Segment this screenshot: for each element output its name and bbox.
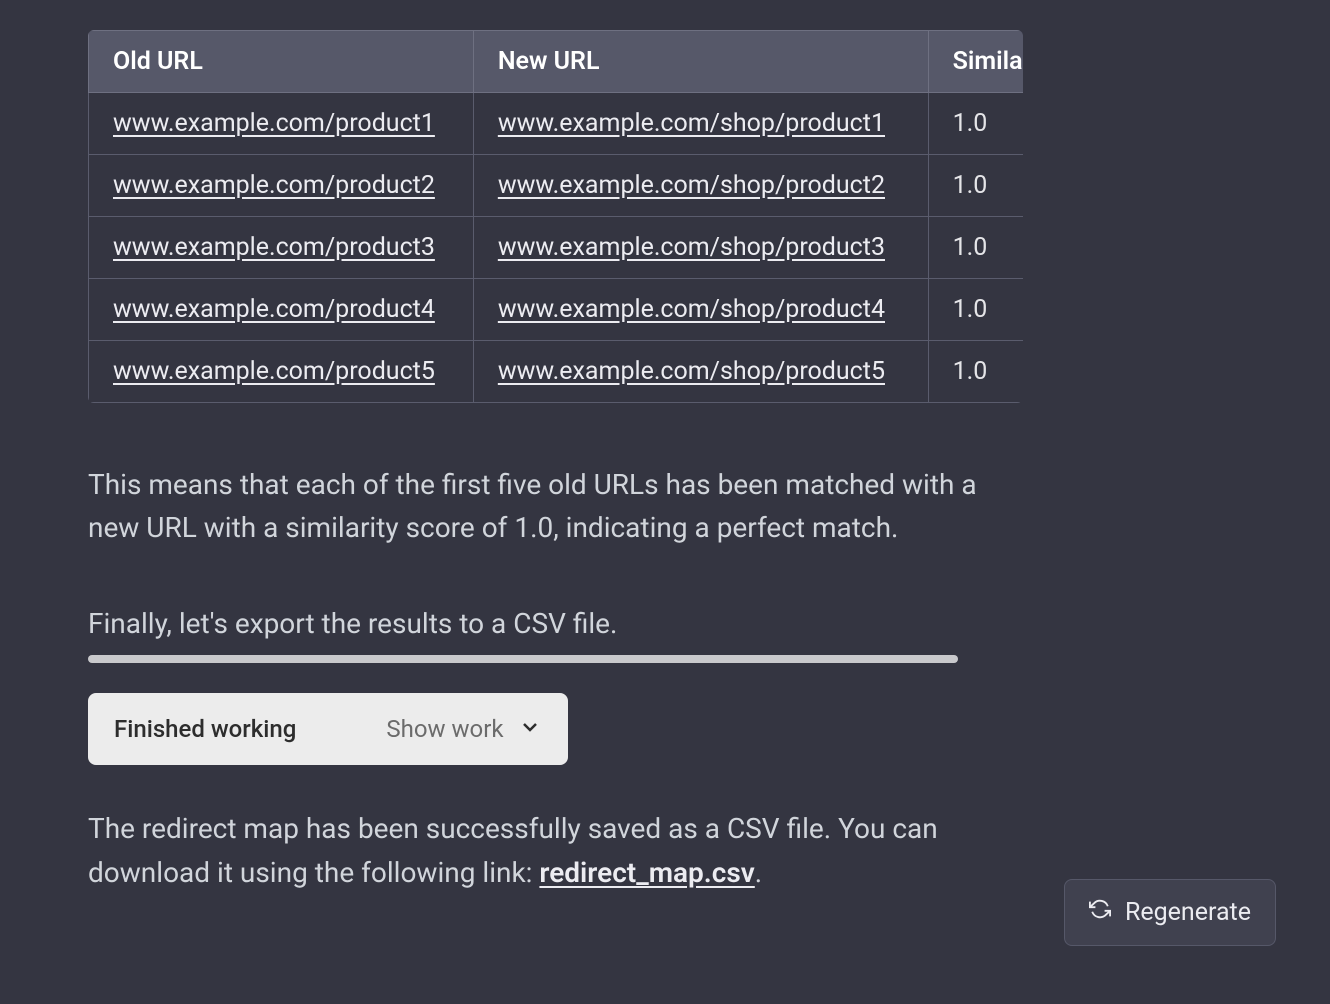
saved-prefix: The redirect map has been successfully s… <box>88 812 938 888</box>
show-work-label: Show work <box>386 715 503 743</box>
table-row: www.example.com/product5 www.example.com… <box>89 341 1024 403</box>
redirect-table: Old URL New URL Similarity www.example.c… <box>88 30 1023 403</box>
similarity-value: 1.0 <box>928 155 1023 217</box>
old-url-link[interactable]: www.example.com/product5 <box>113 357 435 386</box>
regenerate-label: Regenerate <box>1125 898 1251 927</box>
similarity-value: 1.0 <box>928 93 1023 155</box>
saved-suffix: . <box>755 856 762 889</box>
refresh-icon <box>1089 898 1111 927</box>
new-url-link[interactable]: www.example.com/shop/product4 <box>498 295 885 324</box>
similarity-value: 1.0 <box>928 217 1023 279</box>
explanation-text: This means that each of the first five o… <box>88 463 1023 550</box>
saved-message: The redirect map has been successfully s… <box>88 807 1023 894</box>
similarity-value: 1.0 <box>928 341 1023 403</box>
chevron-down-icon <box>518 715 542 743</box>
new-url-link[interactable]: www.example.com/shop/product5 <box>498 357 885 386</box>
table-row: www.example.com/product4 www.example.com… <box>89 279 1024 341</box>
work-status-label: Finished working <box>114 715 296 743</box>
download-file-link[interactable]: redirect_map.csv <box>539 856 754 889</box>
new-url-link[interactable]: www.example.com/shop/product2 <box>498 171 885 200</box>
new-url-link[interactable]: www.example.com/shop/product3 <box>498 233 885 262</box>
old-url-link[interactable]: www.example.com/product2 <box>113 171 435 200</box>
old-url-link[interactable]: www.example.com/product1 <box>113 109 435 138</box>
new-url-link[interactable]: www.example.com/shop/product1 <box>498 109 885 138</box>
table-header-old-url: Old URL <box>89 31 474 93</box>
table-row: www.example.com/product3 www.example.com… <box>89 217 1024 279</box>
redirect-table-wrapper: Old URL New URL Similarity www.example.c… <box>88 30 1023 403</box>
old-url-link[interactable]: www.example.com/product4 <box>113 295 435 324</box>
work-panel[interactable]: Finished working Show work <box>88 693 568 765</box>
export-intro-text: Finally, let's export the results to a C… <box>88 602 1023 645</box>
table-header-similarity: Similarity <box>928 31 1023 93</box>
regenerate-button[interactable]: Regenerate <box>1064 879 1276 946</box>
table-header-new-url: New URL <box>473 31 928 93</box>
table-row: www.example.com/product2 www.example.com… <box>89 155 1024 217</box>
similarity-value: 1.0 <box>928 279 1023 341</box>
table-row: www.example.com/product1 www.example.com… <box>89 93 1024 155</box>
old-url-link[interactable]: www.example.com/product3 <box>113 233 435 262</box>
progress-bar <box>88 655 958 663</box>
